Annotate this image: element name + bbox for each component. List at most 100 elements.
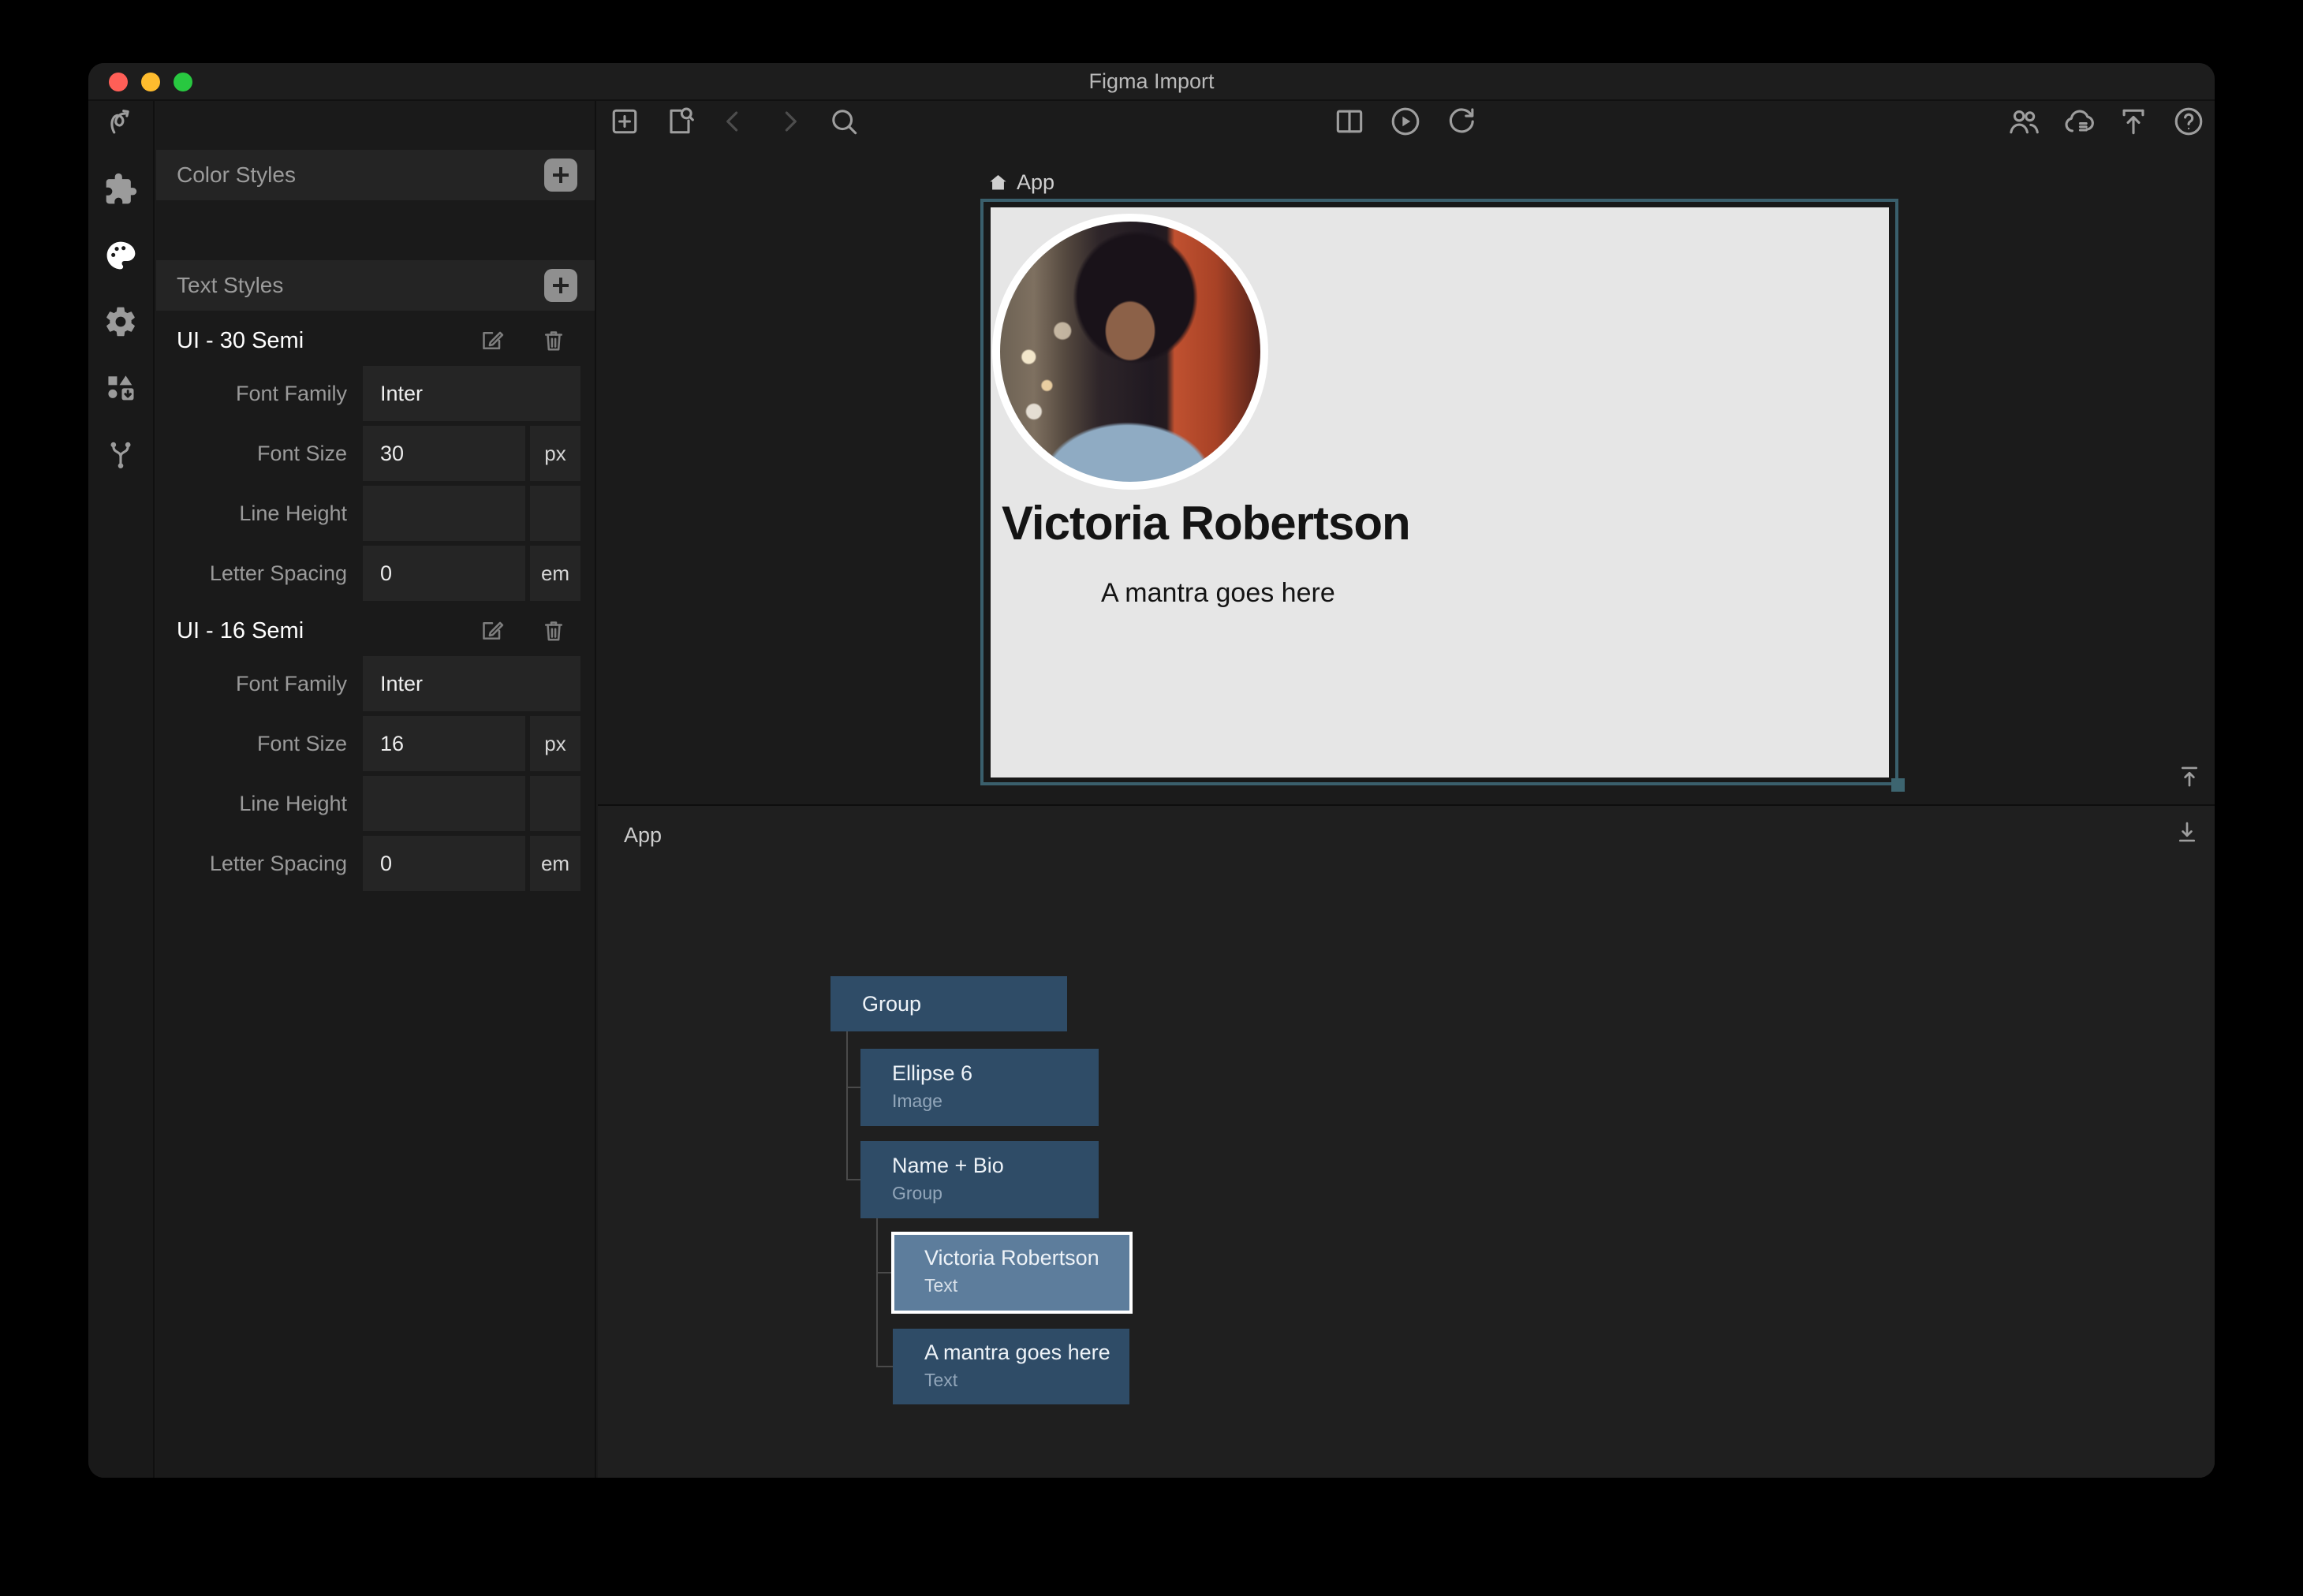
breadcrumb-label: App [1017,170,1054,195]
panel-spacer [156,101,595,150]
trash-icon[interactable] [539,326,568,355]
font-size-unit[interactable]: px [530,426,580,481]
field-label: Letter Spacing [156,836,363,891]
add-frame-icon[interactable] [607,104,642,139]
help-icon[interactable] [2171,104,2206,139]
field-label: Letter Spacing [156,546,363,601]
users-icon[interactable] [2006,104,2041,139]
field-label: Font Size [156,716,363,771]
tree-connector [876,1272,891,1273]
settings-gear-icon[interactable] [103,304,138,339]
refresh-icon[interactable] [1443,104,1478,139]
add-text-style-button[interactable] [544,269,577,302]
layer-node-label: Group [862,992,921,1016]
collapse-up-icon[interactable] [2174,762,2204,792]
text-styles-title: Text Styles [177,273,283,298]
edit-icon[interactable] [478,617,506,645]
figma-import-window: Figma Import Color Styles Text [88,63,2215,1478]
layer-node-label: Name + Bio [892,1154,1099,1178]
version-branch-icon[interactable] [103,437,138,472]
tree-connector [876,1218,878,1367]
avatar[interactable] [992,214,1268,490]
field-label: Font Size [156,426,363,481]
card-mantra-text[interactable]: A mantra goes here [1101,578,1335,609]
layer-node-type: Image [892,1091,1099,1112]
add-color-style-button[interactable] [544,158,577,192]
edit-icon[interactable] [478,326,506,355]
layer-node-group[interactable]: Group [830,976,1067,1031]
field-row-font-size: Font Size 30 px [156,426,595,481]
play-icon[interactable] [1388,104,1423,139]
breadcrumb[interactable]: App [987,170,1054,195]
split-view-icon[interactable] [1332,104,1367,139]
zoom-window-button[interactable] [174,73,192,91]
field-row-font-family: Font Family Inter [156,366,595,421]
tree-connector [846,1179,860,1180]
import-search-icon[interactable] [663,104,697,139]
styles-panel: Color Styles Text Styles UI - 30 Semi Fo… [156,101,596,1478]
layer-node-mantra[interactable]: A mantra goes here Text [893,1329,1129,1404]
layer-node-type: Group [892,1183,1099,1204]
window-title: Figma Import [1088,69,1214,94]
cloud-sync-icon[interactable] [2062,104,2096,139]
field-label: Line Height [156,486,363,541]
field-row-letter-spacing: Letter Spacing 0 em [156,546,595,601]
letter-spacing-unit[interactable]: em [530,836,580,891]
font-family-input[interactable]: Inter [363,366,580,421]
trash-icon[interactable] [539,617,568,645]
search-icon[interactable] [827,104,861,139]
layers-panel-title: App [624,823,662,848]
field-row-font-size: Font Size 16 px [156,716,595,771]
line-height-input[interactable] [363,776,525,831]
home-icon [987,172,1009,193]
styles-palette-icon[interactable] [103,238,138,273]
letter-spacing-input[interactable]: 0 [363,836,525,891]
resize-handle[interactable] [1891,778,1905,792]
plugins-puzzle-icon[interactable] [103,172,138,207]
collapse-down-icon[interactable] [2172,817,2202,847]
vector-tool-icon[interactable] [103,106,138,140]
field-row-line-height: Line Height [156,486,595,541]
field-label: Font Family [156,656,363,711]
color-styles-title: Color Styles [177,162,296,188]
back-icon[interactable] [716,104,751,139]
forward-icon[interactable] [772,104,807,139]
tool-rail [88,101,155,1478]
close-window-button[interactable] [109,73,128,91]
layer-node-label: Ellipse 6 [892,1061,1099,1086]
letter-spacing-unit[interactable]: em [530,546,580,601]
text-style-row[interactable]: UI - 30 Semi [156,315,595,366]
font-size-input[interactable]: 30 [363,426,525,481]
layer-node-type: Text [924,1370,1129,1391]
app-frame[interactable]: Victoria Robertson A mantra goes here [980,199,1898,785]
field-label: Line Height [156,776,363,831]
card-name-text[interactable]: Victoria Robertson [1002,496,1410,550]
tree-connector [846,1031,848,1180]
font-size-input[interactable]: 16 [363,716,525,771]
text-style-name: UI - 30 Semi [177,328,445,354]
font-family-input[interactable]: Inter [363,656,580,711]
letter-spacing-input[interactable]: 0 [363,546,525,601]
layer-node-victoria-selected[interactable]: Victoria Robertson Text [891,1232,1133,1314]
profile-card[interactable]: Victoria Robertson A mantra goes here [991,207,1889,777]
titlebar: Figma Import [88,63,2215,101]
layer-node-label: A mantra goes here [924,1341,1129,1365]
layer-node-name-bio[interactable]: Name + Bio Group [860,1141,1099,1218]
main-area: App Victoria Robertson A mantra goes her… [598,101,2215,1478]
text-style-row[interactable]: UI - 16 Semi [156,606,595,656]
line-height-unit[interactable] [530,776,580,831]
field-row-font-family: Font Family Inter [156,656,595,711]
text-style-name: UI - 16 Semi [177,618,445,644]
panel-gap [156,200,595,260]
color-styles-header: Color Styles [156,150,595,200]
upload-icon[interactable] [2116,104,2151,139]
layer-node-ellipse[interactable]: Ellipse 6 Image [860,1049,1099,1126]
layer-node-type: Text [924,1275,1129,1296]
assets-export-icon[interactable] [103,371,138,405]
line-height-input[interactable] [363,486,525,541]
line-height-unit[interactable] [530,486,580,541]
font-size-unit[interactable]: px [530,716,580,771]
field-label: Font Family [156,366,363,421]
tree-connector [876,1366,893,1367]
minimize-window-button[interactable] [141,73,160,91]
